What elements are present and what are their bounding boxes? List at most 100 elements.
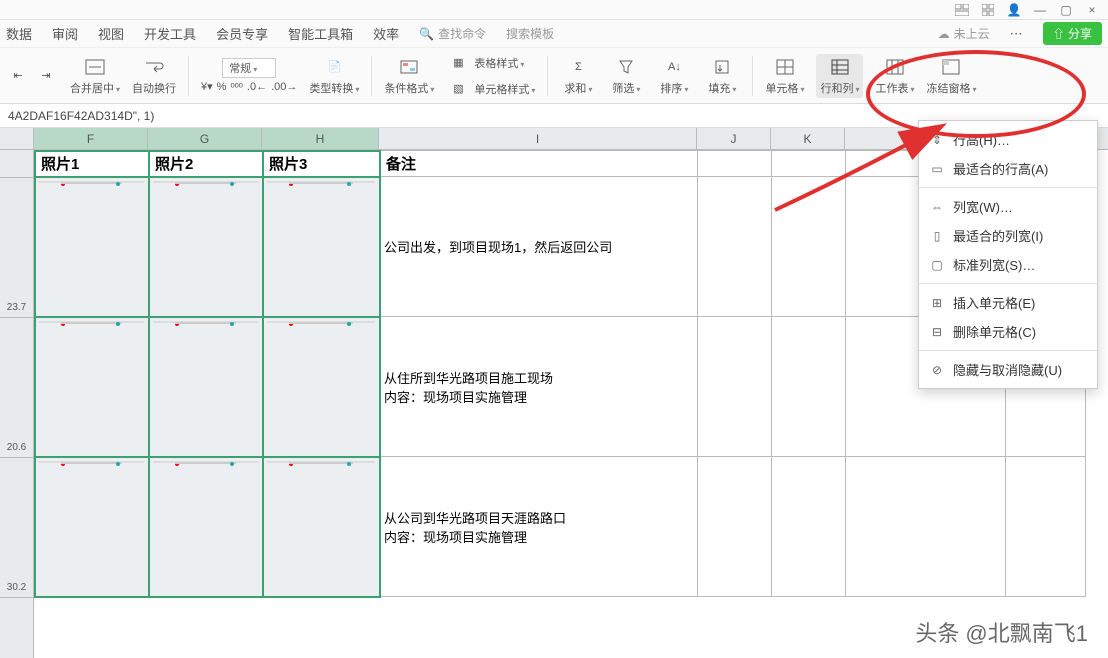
thumb-r3-c1[interactable] <box>35 457 149 597</box>
menu-hide-label: 隐藏与取消隐藏(U) <box>953 360 1062 379</box>
fill-label: 填充 <box>708 80 736 96</box>
col-I[interactable]: I <box>379 128 697 149</box>
user-icon[interactable]: 👤 <box>1006 2 1022 18</box>
menu-autofit-row-label: 最适合的行高(A) <box>953 159 1048 178</box>
merge-button[interactable]: 合并居中 <box>70 56 120 96</box>
menu-autofit-col[interactable]: ▯ 最适合的列宽(I) <box>919 221 1097 250</box>
fill-button[interactable]: 填充 <box>704 56 740 96</box>
cell-button[interactable]: 单元格 <box>765 56 804 96</box>
cell-M4[interactable] <box>1006 457 1086 597</box>
sort-button[interactable]: A↓ 排序 <box>656 56 692 96</box>
note-r2[interactable]: 从住所到华光路项目施工现场 内容：现场项目实施管理 <box>380 317 698 457</box>
cell-K3[interactable] <box>772 317 846 457</box>
cell-K4[interactable] <box>772 457 846 597</box>
maximize-icon[interactable]: ▢ <box>1058 2 1074 18</box>
thumb-r1-c3[interactable] <box>263 177 380 317</box>
header-photo3[interactable]: 照片3 <box>263 151 380 177</box>
menu-review[interactable]: 审阅 <box>52 24 78 43</box>
header-note[interactable]: 备注 <box>380 151 698 177</box>
freeze-button[interactable]: 冻结窗格 <box>926 56 976 96</box>
cell-icon <box>773 56 797 78</box>
cell-J2[interactable] <box>698 177 772 317</box>
command-search[interactable]: 🔍 查找命令 <box>419 25 486 42</box>
sum-button[interactable]: Σ 求和 <box>560 56 596 96</box>
sigma-icon: Σ <box>566 56 590 78</box>
thumb-r2-c3[interactable] <box>263 317 380 457</box>
cell-J3[interactable] <box>698 317 772 457</box>
layout-icon[interactable] <box>954 2 970 18</box>
cell-K2[interactable] <box>772 177 846 317</box>
filter-label: 筛选 <box>612 80 640 96</box>
grid-icon[interactable] <box>980 2 996 18</box>
thumb-r2-c1[interactable] <box>35 317 149 457</box>
condfmt-icon <box>397 56 421 78</box>
autofit-col-icon: ▯ <box>929 228 945 244</box>
col-H[interactable]: H <box>262 128 379 149</box>
thumb-r2-c2[interactable] <box>149 317 263 457</box>
row-head-3[interactable]: 20.6 <box>0 318 33 458</box>
autowrap-button[interactable]: 自动换行 <box>132 56 176 96</box>
dec-inc-icon[interactable]: .0← <box>247 81 267 93</box>
currency-icon[interactable]: ¥▾ <box>201 80 213 93</box>
col-G[interactable]: G <box>148 128 262 149</box>
thumb-r1-c2[interactable] <box>149 177 263 317</box>
menu-insert-cell[interactable]: ⊞ 插入单元格(E) <box>919 288 1097 317</box>
cloud-status[interactable]: ☁ 未上云 <box>938 25 990 42</box>
menu-delete-cell[interactable]: ⊟ 删除单元格(C) <box>919 317 1097 346</box>
indent-right-icon[interactable]: ⇥ <box>34 65 58 87</box>
menu-col-width[interactable]: ⇔ 列宽(W)… <box>919 192 1097 221</box>
thumb-r3-c2[interactable] <box>149 457 263 597</box>
dec-dec-icon[interactable]: .00→ <box>271 81 297 93</box>
condfmt-button[interactable]: 条件格式 <box>384 56 434 96</box>
col-J[interactable]: J <box>697 128 771 149</box>
thumb-r1-c1[interactable] <box>35 177 149 317</box>
row-head-1[interactable] <box>0 150 33 178</box>
col-F[interactable]: F <box>34 128 148 149</box>
typeconv-button[interactable]: 📄 类型转换 <box>309 56 359 96</box>
menu-data[interactable]: 数据 <box>6 24 32 43</box>
search-icon: 🔍 <box>419 27 434 41</box>
menu-hide[interactable]: ⊘ 隐藏与取消隐藏(U) <box>919 355 1097 384</box>
cell-K1[interactable] <box>772 151 846 177</box>
col-K[interactable]: K <box>771 128 845 149</box>
row-head-2[interactable]: 23.7 <box>0 178 33 318</box>
note-r1[interactable]: 公司出发，到项目现场1，然后返回公司 <box>380 177 698 317</box>
condfmt-label: 条件格式 <box>384 80 434 96</box>
menu-vip[interactable]: 会员专享 <box>216 24 268 43</box>
cell-J1[interactable] <box>698 151 772 177</box>
collab-icon[interactable]: ⋯ <box>1010 26 1023 42</box>
worksheet-icon <box>883 56 907 78</box>
freeze-icon <box>939 56 963 78</box>
number-format[interactable]: 常规 ¥▾ % ᵒᵒᵒ .0← .00→ <box>201 58 297 93</box>
template-search[interactable]: 搜索模板 <box>506 25 554 42</box>
menu-row-height[interactable]: ⇕ 行高(H)… <box>919 125 1097 154</box>
header-photo1[interactable]: 照片1 <box>35 151 149 177</box>
search-label: 查找命令 <box>438 25 486 42</box>
merge-icon <box>83 56 107 78</box>
share-button[interactable]: ⇧ 分享 <box>1043 22 1102 45</box>
thumb-r3-c3[interactable] <box>263 457 380 597</box>
rowcol-button[interactable]: 行和列 <box>816 54 863 98</box>
header-photo2[interactable]: 照片2 <box>149 151 263 177</box>
menu-dev[interactable]: 开发工具 <box>144 24 196 43</box>
indent-left-icon[interactable]: ⇤ <box>6 65 30 87</box>
style-group[interactable]: ▦表格样式 ▧单元格样式 <box>446 52 535 100</box>
menu-smart[interactable]: 智能工具箱 <box>288 24 353 43</box>
close-icon[interactable]: × <box>1084 2 1100 18</box>
sum-label: 求和 <box>564 80 592 96</box>
minimize-icon[interactable]: — <box>1032 2 1048 18</box>
menu-eff[interactable]: 效率 <box>373 24 399 43</box>
indent-tools[interactable]: ⇤ ⇥ <box>6 65 58 87</box>
menu-view[interactable]: 视图 <box>98 24 124 43</box>
menu-autofit-row[interactable]: ▭ 最适合的行高(A) <box>919 154 1097 183</box>
worksheet-button[interactable]: 工作表 <box>875 56 914 96</box>
cell-L4[interactable] <box>846 457 1006 597</box>
row-height-icon: ⇕ <box>929 132 945 148</box>
row-head-4[interactable]: 30.2 <box>0 458 33 598</box>
thousands-icon[interactable]: ᵒᵒᵒ <box>230 81 242 93</box>
note-r3[interactable]: 从公司到华光路项目天涯路路口 内容：现场项目实施管理 <box>380 457 698 597</box>
percent-button[interactable]: % <box>217 81 227 93</box>
cell-J4[interactable] <box>698 457 772 597</box>
filter-button[interactable]: 筛选 <box>608 56 644 96</box>
menu-std-width[interactable]: ▢ 标准列宽(S)… <box>919 250 1097 279</box>
